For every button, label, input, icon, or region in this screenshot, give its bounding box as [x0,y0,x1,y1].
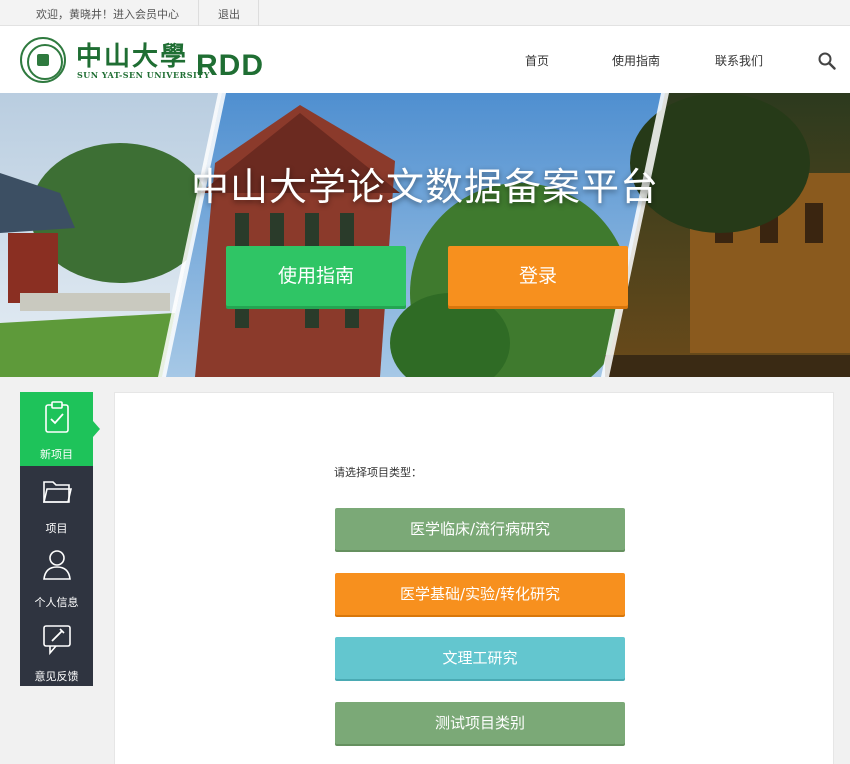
project-type-prompt: 请选择项目类型： [334,466,422,479]
project-type-basic-research-button[interactable]: 医学基础/实验/转化研究 [335,573,625,615]
project-type-test-button[interactable]: 测试项目类别 [335,702,625,744]
user-icon [43,550,71,580]
login-button[interactable]: 登录 [448,246,628,306]
active-indicator [93,421,100,437]
folder-icon [42,481,72,503]
project-type-science-engineering-button[interactable]: 文理工研究 [335,637,625,679]
feedback-pen-icon [43,625,71,656]
side-item-projects[interactable]: 项目 [20,466,93,540]
logo-english-name: SUN YAT-SEN UNIVERSITY [77,70,210,80]
search-icon[interactable] [818,52,836,70]
logo-rdd[interactable]: RDD [196,49,264,83]
banner-title: 中山大学论文数据备案平台 [190,165,659,209]
nav-guide[interactable]: 使用指南 [612,52,660,69]
side-item-feedback[interactable]: 意见反馈 [20,614,93,688]
site-header: 中山大學 SUN YAT-SEN UNIVERSITY RDD 首页 使用指南 … [0,26,850,93]
project-type-clinical-button[interactable]: 医学临床/流行病研究 [335,508,625,550]
nav-home[interactable]: 首页 [525,52,549,69]
side-item-label: 项目 [45,522,68,535]
campus-photo-collage [0,93,850,377]
side-item-label: 意见反馈 [34,670,79,683]
nav-contact[interactable]: 联系我们 [715,52,763,69]
divider [258,0,259,26]
side-menu: 新项目 项目 个人信息 意见反馈 [20,392,93,686]
side-item-profile[interactable]: 个人信息 [20,540,93,614]
welcome-link[interactable]: 欢迎，黄晓井！进入会员中心 [36,6,179,22]
clipboard-check-icon [45,401,69,433]
divider [198,0,199,26]
university-seal-logo[interactable] [20,37,66,83]
side-item-new-project[interactable]: 新项目 [20,392,93,466]
side-item-label: 个人信息 [34,596,79,609]
logo-chinese-name[interactable]: 中山大學 [76,36,188,73]
top-bar: 欢迎，黄晓井！进入会员中心 退出 [0,0,850,26]
side-item-label: 新项目 [40,448,73,461]
logout-link[interactable]: 退出 [218,6,240,22]
hero-banner: 中山大学论文数据备案平台 使用指南 登录 [0,93,850,377]
guide-button[interactable]: 使用指南 [226,246,406,306]
